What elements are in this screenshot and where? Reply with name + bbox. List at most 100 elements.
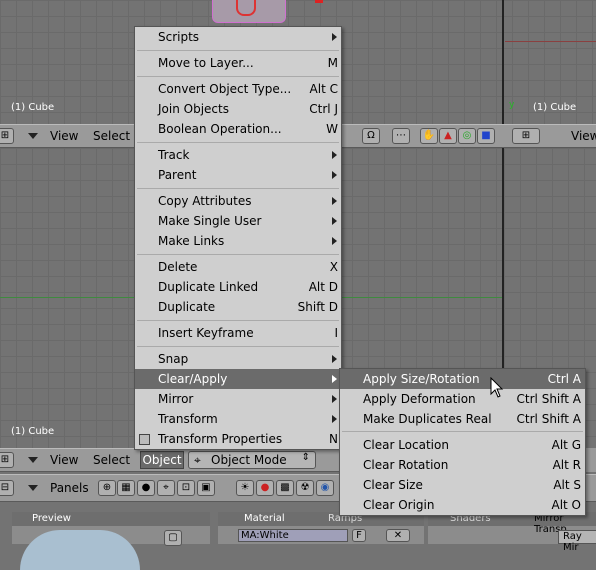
scale-icon[interactable]: ■: [477, 128, 495, 144]
shaders-panel: Shaders Mirror Transp Ray Mir: [428, 512, 596, 553]
menu-item-label: Move to Layer...: [158, 56, 254, 70]
preview-tab[interactable]: Preview: [32, 513, 71, 527]
shading-icon[interactable]: ●: [137, 480, 155, 496]
menu-item-label: Copy Attributes: [158, 194, 252, 208]
menu-item-label: Boolean Operation...: [158, 122, 282, 136]
object-menu-item[interactable]: Delete X: [135, 257, 341, 277]
object-menu-item[interactable]: Track: [135, 145, 341, 165]
submenu-arrow-icon: [332, 375, 337, 383]
clear-apply-item[interactable]: Apply Deformation Ctrl Shift A: [340, 389, 585, 409]
submenu-arrow-icon: [332, 151, 337, 159]
checkbox-icon[interactable]: [139, 434, 150, 445]
object-menu-item[interactable]: Join Objects Ctrl J: [135, 99, 341, 119]
panels-menu[interactable]: Panels: [50, 481, 89, 495]
mode-select[interactable]: ⌖ Object Mode ⇕: [188, 451, 316, 469]
menu-item-label: Scripts: [158, 30, 200, 44]
menu-item-label: Clear/Apply: [158, 372, 228, 386]
menu-item-shortcut: M: [327, 56, 338, 70]
collapse-arrow-icon-bottom[interactable]: [28, 457, 38, 463]
collapse-arrow-icon-buttons[interactable]: [28, 485, 38, 491]
3d-cursor-icon: [236, 0, 256, 16]
object-menu-item[interactable]: Scripts: [135, 27, 341, 47]
snap-icon[interactable]: ⋯: [392, 128, 410, 144]
mode-select-label: Object Mode: [211, 453, 287, 467]
object-menu-button[interactable]: Object: [140, 451, 184, 469]
submenu-arrow-icon: [332, 395, 337, 403]
menu-item-shortcut: Alt S: [553, 478, 581, 492]
menu-item-shortcut: Alt O: [551, 498, 581, 512]
object-icon[interactable]: ⌖: [157, 480, 175, 496]
clear-apply-item[interactable]: Clear Size Alt S: [340, 475, 585, 495]
material-name-field[interactable]: MA:White: [238, 529, 348, 542]
submenu-arrow-icon: [332, 217, 337, 225]
material-icon[interactable]: ●: [256, 480, 274, 496]
world-icon[interactable]: ◉: [316, 480, 334, 496]
object-menu-item[interactable]: Mirror: [135, 389, 341, 409]
translate-icon[interactable]: ▲: [439, 128, 457, 144]
object-menu-item[interactable]: Transform Properties N: [135, 429, 341, 449]
menu-item-shortcut: Ctrl Shift A: [516, 412, 581, 426]
object-menu-item[interactable]: Clear/Apply: [135, 369, 341, 389]
menu-item-label: Clear Location: [363, 438, 449, 452]
object-menu-item[interactable]: Snap: [135, 349, 341, 369]
view-menu-bottom[interactable]: View: [50, 453, 78, 467]
clear-apply-item[interactable]: Clear Location Alt G: [340, 435, 585, 455]
menu-item-shortcut: Ctrl J: [309, 102, 338, 116]
material-x-icon[interactable]: ✕: [386, 529, 410, 542]
object-menu-item[interactable]: Duplicate Linked Alt D: [135, 277, 341, 297]
clear-apply-item[interactable]: Make Duplicates Real Ctrl Shift A: [340, 409, 585, 429]
object-menu: Scripts Move to Layer... M Convert Object T…: [134, 26, 342, 450]
object-menu-item[interactable]: Convert Object Type... Alt C: [135, 79, 341, 99]
logic-icon[interactable]: ⊕: [98, 480, 116, 496]
menu-item-shortcut: Ctrl Shift A: [516, 392, 581, 406]
object-menu-item[interactable]: Duplicate Shift D: [135, 297, 341, 317]
ray-mir-button[interactable]: Ray Mir: [558, 530, 596, 553]
scene-icon[interactable]: ▣: [197, 480, 215, 496]
object-menu-item[interactable]: Boolean Operation... W: [135, 119, 341, 139]
select-menu-bottom[interactable]: Select: [93, 453, 130, 467]
editing-icon[interactable]: ⊡: [177, 480, 195, 496]
select-menu[interactable]: Select: [93, 129, 130, 143]
object-menu-item[interactable]: Copy Attributes: [135, 191, 341, 211]
rotate-icon[interactable]: ◎: [458, 128, 476, 144]
material-tab[interactable]: Material: [244, 513, 285, 527]
clear-apply-item[interactable]: Clear Origin Alt O: [340, 495, 585, 515]
pivot-icon[interactable]: Ω: [362, 128, 380, 144]
radiosity-icon[interactable]: ☢: [296, 480, 314, 496]
viewport-label-right: (1) Cube: [533, 102, 577, 113]
material-f-button[interactable]: F: [352, 529, 366, 542]
submenu-arrow-icon: [332, 197, 337, 205]
menu-item-label: Make Links: [158, 234, 225, 248]
menu-item-label: Track: [158, 148, 190, 162]
object-menu-item[interactable]: Make Links: [135, 231, 341, 251]
menu-separator: [137, 254, 339, 255]
object-menu-item[interactable]: Transform: [135, 409, 341, 429]
script-icon[interactable]: ▦: [117, 480, 135, 496]
menu-item-label: Convert Object Type...: [158, 82, 292, 96]
submenu-arrow-icon: [332, 355, 337, 363]
clear-apply-item[interactable]: Clear Rotation Alt R: [340, 455, 585, 475]
object-menu-item[interactable]: Insert Keyframe I: [135, 323, 341, 343]
clear-apply-item[interactable]: Apply Size/Rotation Ctrl A: [340, 369, 585, 389]
window-type-icon-right[interactable]: ⊞: [512, 128, 540, 144]
menu-item-label: Snap: [158, 352, 189, 366]
window-type-icon-buttons[interactable]: ⊟: [0, 480, 14, 496]
object-menu-item[interactable]: Parent: [135, 165, 341, 185]
view-menu-right[interactable]: View: [571, 129, 596, 143]
menu-separator: [137, 50, 339, 51]
hand-icon[interactable]: ✋: [420, 128, 438, 144]
object-menu-item[interactable]: Move to Layer... M: [135, 53, 341, 73]
menu-item-shortcut: N: [329, 432, 338, 446]
menu-item-label: Apply Size/Rotation: [363, 372, 480, 386]
view-menu[interactable]: View: [50, 129, 78, 143]
texture-icon[interactable]: ▩: [276, 480, 294, 496]
collapse-arrow-icon[interactable]: [28, 133, 38, 139]
menu-item-shortcut: Alt G: [551, 438, 581, 452]
object-menu-item[interactable]: Make Single User: [135, 211, 341, 231]
lamp-icon[interactable]: ☀: [236, 480, 254, 496]
window-type-icon[interactable]: ⊞: [0, 128, 14, 144]
menu-item-label: Parent: [158, 168, 197, 182]
object-mode-icon: ⌖: [194, 453, 201, 467]
menu-separator: [137, 142, 339, 143]
window-type-icon-bottom[interactable]: ⊞: [0, 452, 14, 468]
